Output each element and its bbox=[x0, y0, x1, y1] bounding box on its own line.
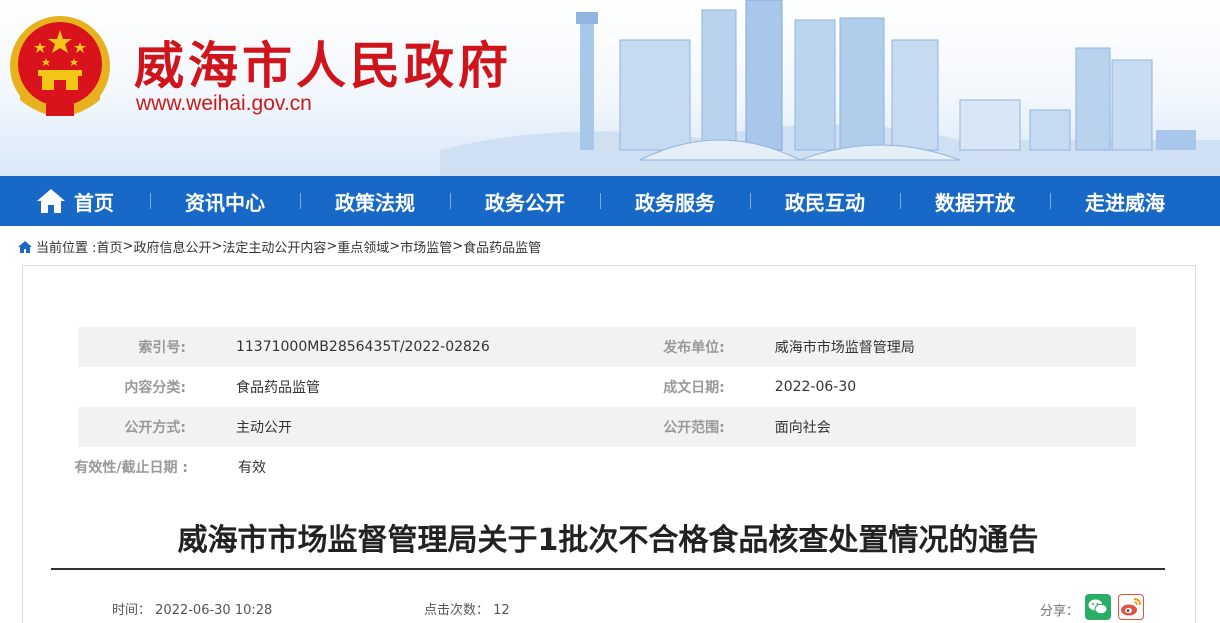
article-title: 威海市市场监督管理局关于1批次不合格食品核查处置情况的通告 bbox=[177, 523, 1039, 558]
weibo-icon bbox=[1121, 598, 1141, 616]
breadcrumb-sep: > bbox=[452, 239, 464, 254]
breadcrumb-item[interactable]: 食品药品监管 bbox=[463, 237, 541, 256]
category-label: 内容分类: bbox=[124, 380, 186, 396]
nav-item-home[interactable]: 首页 bbox=[0, 176, 150, 226]
nav-item-label: 走进威海 bbox=[1085, 190, 1165, 215]
nav-item-label: 首页 bbox=[74, 190, 114, 215]
site-url[interactable]: www.weihai.gov.cn bbox=[136, 92, 312, 116]
breadcrumb-sep: > bbox=[326, 239, 338, 254]
breadcrumb-item[interactable]: 市场监管 bbox=[400, 237, 452, 256]
main-nav: 首页 资讯中心 政策法规 政务公开 政务服务 政民互动 数据开放 走进威海 bbox=[0, 176, 1220, 226]
scope-label: 公开范围: bbox=[663, 420, 725, 436]
meta-row: 有效性/截止日期 : 有效 bbox=[74, 447, 1136, 487]
home-icon bbox=[37, 189, 65, 213]
nav-item-label: 政务服务 bbox=[635, 190, 715, 215]
validity-label: 有效性/截止日期 : bbox=[74, 460, 188, 476]
location-home-icon bbox=[18, 240, 32, 253]
nav-item-label: 资讯中心 bbox=[185, 190, 265, 215]
click-count: 点击次数： 12 bbox=[424, 599, 510, 618]
meta-row: 公开方式: 主动公开 公开范围: 面向社会 bbox=[78, 407, 1136, 447]
validity-value: 有效 bbox=[238, 460, 266, 476]
breadcrumb-item[interactable]: 首页 bbox=[97, 237, 123, 256]
nav-item-policy[interactable]: 政策法规 bbox=[300, 176, 450, 226]
click-count-label: 点击次数： bbox=[424, 603, 490, 618]
meta-row: 内容分类: 食品药品监管 成文日期: 2022-06-30 bbox=[78, 367, 1136, 407]
title-divider bbox=[51, 568, 1165, 570]
date-label: 成文日期: bbox=[663, 380, 725, 396]
scope-value: 面向社会 bbox=[774, 420, 831, 436]
nav-item-news[interactable]: 资讯中心 bbox=[150, 176, 300, 226]
share-weibo-button[interactable] bbox=[1118, 594, 1144, 620]
nav-item-gov-service[interactable]: 政务服务 bbox=[600, 176, 750, 226]
breadcrumb-item[interactable]: 重点领域 bbox=[337, 237, 389, 256]
nav-item-interaction[interactable]: 政民互动 bbox=[750, 176, 900, 226]
breadcrumb-sep: > bbox=[122, 239, 134, 254]
breadcrumb-sep: > bbox=[211, 239, 223, 254]
nav-item-label: 政民互动 bbox=[785, 190, 865, 215]
breadcrumb-prefix: 当前位置 : bbox=[36, 241, 97, 256]
date-value: 2022-06-30 bbox=[774, 379, 857, 395]
breadcrumb: 当前位置 : 首页 > 政府信息公开 > 法定主动公开内容 > 重点领域 > 市… bbox=[18, 237, 541, 256]
breadcrumb-item[interactable]: 法定主动公开内容 bbox=[222, 237, 326, 256]
nav-item-gov-open[interactable]: 政务公开 bbox=[450, 176, 600, 226]
publish-time: 时间： 2022-06-30 10:28 bbox=[112, 599, 272, 618]
mode-value: 主动公开 bbox=[235, 420, 292, 436]
breadcrumb-sep: > bbox=[389, 239, 401, 254]
nav-item-label: 数据开放 bbox=[935, 190, 1015, 215]
meta-row: 索引号: 11371000MB2856435T/2022-02826 发布单位:… bbox=[78, 327, 1136, 367]
publisher-label: 发布单位: bbox=[663, 340, 725, 356]
index-no-label: 索引号: bbox=[138, 340, 186, 356]
share-wechat-button[interactable] bbox=[1085, 594, 1111, 620]
nav-item-about-weihai[interactable]: 走进威海 bbox=[1050, 176, 1200, 226]
breadcrumb-item[interactable]: 政府信息公开 bbox=[133, 237, 211, 256]
city-skyline-illustration bbox=[440, 0, 1220, 176]
mode-label: 公开方式: bbox=[124, 420, 186, 436]
click-count-value: 12 bbox=[493, 603, 510, 618]
header-banner: 威海市人民政府 www.weihai.gov.cn bbox=[0, 0, 1220, 176]
index-no-value: 11371000MB2856435T/2022-02826 bbox=[235, 339, 490, 355]
wechat-icon bbox=[1088, 599, 1108, 615]
nav-item-open-data[interactable]: 数据开放 bbox=[900, 176, 1050, 226]
publish-time-label: 时间： bbox=[112, 603, 152, 618]
share-label: 分享： bbox=[1040, 604, 1080, 619]
publish-time-value: 2022-06-30 10:28 bbox=[155, 603, 273, 618]
publisher-value: 威海市市场监督管理局 bbox=[774, 340, 915, 356]
nav-item-label: 政策法规 bbox=[335, 190, 415, 215]
national-emblem-icon bbox=[10, 16, 110, 116]
nav-item-label: 政务公开 bbox=[485, 190, 565, 215]
document-meta-table: 索引号: 11371000MB2856435T/2022-02826 发布单位:… bbox=[74, 327, 1136, 487]
category-value: 食品药品监管 bbox=[235, 380, 320, 396]
